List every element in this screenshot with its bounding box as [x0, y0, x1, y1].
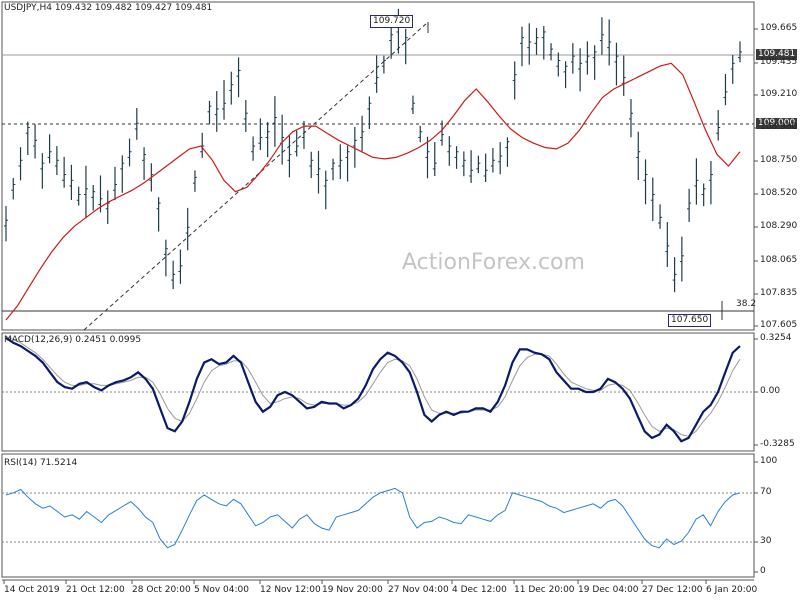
price-y-tick-label: 108.065 [760, 255, 798, 265]
x-tick-label: 14 Oct 2019 [4, 585, 60, 595]
price-y-tick-label: 108.290 [760, 221, 798, 231]
watermark-text: ActionForex.com [402, 250, 585, 275]
rsi-panel-title: RSI(14) 71.5214 [4, 458, 78, 468]
macd-y-tick-label: 0.3254 [760, 333, 792, 343]
price-y-tick-label: 109.435 [760, 57, 798, 67]
x-tick-label: 27 Nov 04:00 [388, 585, 449, 595]
x-tick-label: 19 Dec 04:00 [578, 585, 639, 595]
price-y-tick-label: 108.520 [760, 188, 798, 198]
rsi-panel-frame [1, 453, 755, 578]
price-y-tick-label: 109.665 [760, 23, 798, 33]
price-y-tick-label: 109.210 [760, 89, 798, 99]
x-tick-label: 6 Jan 20:00 [706, 585, 758, 595]
macd-panel-title: MACD(12,26,9) 0.2451 0.0995 [4, 335, 142, 345]
price-panel-title: USDJPY,H4 109.432 109.482 109.427 109.48… [4, 3, 213, 13]
price-y-tick-label: 107.605 [760, 320, 798, 330]
macd-y-tick-label: -0.3285 [760, 439, 795, 449]
high-annotation: 109.720 [370, 15, 414, 28]
fib-annotation: 38.2 [736, 299, 757, 309]
price-y-tick-label: 108.750 [760, 155, 798, 165]
rsi-y-tick-label: 100 [760, 456, 778, 466]
x-tick-label: 4 Dec 12:00 [452, 585, 507, 595]
chart-canvas [1, 1, 758, 584]
x-tick-label: 21 Oct 12:00 [66, 585, 125, 595]
price-y-tick-label: 108.980 [760, 122, 798, 132]
rsi-y-tick-label: 30 [760, 536, 772, 546]
chart-window: USDJPY,H4 109.432 109.482 109.427 109.48… [0, 0, 800, 600]
low-annotation: 107.650 [668, 314, 712, 327]
x-tick-label: 12 Nov 12:00 [260, 585, 321, 595]
rsi-y-tick-label: 0 [760, 566, 766, 576]
price-panel-frame [1, 1, 755, 331]
x-tick-label: 27 Dec 12:00 [642, 585, 703, 595]
macd-y-tick-label: 0.00 [760, 386, 781, 396]
x-tick-label: 11 Dec 20:00 [514, 585, 575, 595]
rsi-y-tick-label: 70 [760, 487, 772, 497]
x-tick-label: 28 Oct 20:00 [132, 585, 191, 595]
price-y-tick-label: 107.835 [760, 288, 798, 298]
x-tick-label: 19 Nov 20:00 [322, 585, 383, 595]
x-tick-label: 5 Nov 04:00 [194, 585, 249, 595]
